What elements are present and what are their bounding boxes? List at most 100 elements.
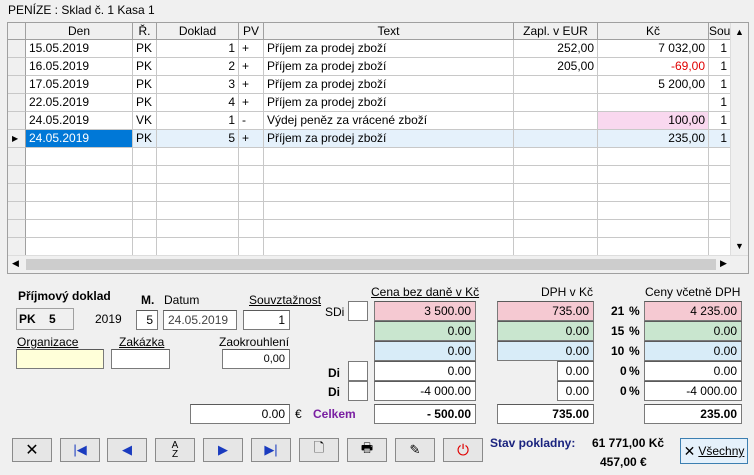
grid-cell-kc[interactable] [598, 220, 709, 238]
grid-cell-den[interactable] [26, 148, 133, 166]
edit-button[interactable]: ✎ [395, 438, 435, 462]
row-indicator[interactable] [8, 238, 26, 256]
grid-cell-doklad[interactable]: 4 [157, 94, 239, 112]
grid-cell-eur[interactable] [514, 94, 598, 112]
grid-cell-r[interactable]: VK [133, 112, 157, 130]
grid-cell-eur[interactable] [514, 148, 598, 166]
vat-field[interactable]: 0.00 [497, 321, 594, 341]
grid-cell-den[interactable] [26, 202, 133, 220]
grid-cell-doklad[interactable]: 1 [157, 112, 239, 130]
grid-cell-den[interactable] [26, 220, 133, 238]
grid-cell-souv[interactable]: 1 [709, 112, 731, 130]
grid-cell-kc[interactable] [598, 148, 709, 166]
grid-vertical-scrollbar[interactable]: ▲ ▼ [730, 23, 748, 255]
vat-field[interactable]: 735.00 [497, 301, 594, 321]
eur-field[interactable]: 0.00 [190, 404, 290, 424]
grid-cell-text[interactable] [264, 184, 514, 202]
row-indicator[interactable]: ▶ [8, 130, 26, 148]
grid-cell-r[interactable]: PK [133, 94, 157, 112]
grid-cell-den[interactable]: 24.05.2019 [26, 112, 133, 130]
grid-cell-doklad[interactable] [157, 148, 239, 166]
grid-cell-doklad[interactable] [157, 166, 239, 184]
gross-field[interactable]: 0.00 [644, 341, 742, 361]
gross-field[interactable]: -4 000.00 [644, 381, 742, 401]
grid-cell-text[interactable]: Výdej peněz za vrácené zboží [264, 112, 514, 130]
grid-cell-r[interactable]: PK [133, 40, 157, 58]
row-indicator[interactable] [8, 202, 26, 220]
grid-cell-kc[interactable] [598, 202, 709, 220]
grid-cell-text[interactable]: Příjem za prodej zboží [264, 76, 514, 94]
grid-cell-r[interactable] [133, 202, 157, 220]
grid-cell-pv[interactable]: + [239, 94, 264, 112]
grid-cell-eur[interactable] [514, 184, 598, 202]
last-record-button[interactable]: ▶| [251, 438, 291, 462]
month-field[interactable]: 5 [136, 310, 158, 330]
grid-cell-text[interactable] [264, 220, 514, 238]
scroll-right-icon[interactable]: ▶ [720, 258, 727, 269]
scroll-down-icon[interactable]: ▼ [735, 241, 744, 251]
base-field[interactable]: 0.00 [374, 341, 476, 361]
grid-cell-doklad[interactable] [157, 238, 239, 256]
grid-cell-doklad[interactable] [157, 202, 239, 220]
base-field[interactable]: 3 500.00 [374, 301, 476, 321]
zaokrouhleni-field[interactable]: 0,00 [222, 349, 290, 369]
grid-cell-kc[interactable] [598, 94, 709, 112]
grid-cell-r[interactable]: PK [133, 130, 157, 148]
grid-cell-den[interactable]: 24.05.2019 [26, 130, 133, 148]
grid-cell-r[interactable] [133, 184, 157, 202]
grid-cell-pv[interactable] [239, 166, 264, 184]
grid-cell-r[interactable] [133, 220, 157, 238]
col-header-pv[interactable]: PV [239, 23, 264, 40]
grid-cell-eur[interactable] [514, 238, 598, 256]
col-header-souv[interactable]: Souv. [709, 23, 731, 40]
row-indicator[interactable] [8, 148, 26, 166]
grid-cell-kc[interactable]: 7 032,00 [598, 40, 709, 58]
gross-field[interactable]: 4 235.00 [644, 301, 742, 321]
next-record-button[interactable]: ▶ [203, 438, 243, 462]
sdi-checkbox[interactable] [348, 301, 368, 321]
grid-cell-souv[interactable] [709, 166, 731, 184]
vat-field[interactable]: 0.00 [497, 341, 594, 361]
grid-cell-r[interactable]: PK [133, 76, 157, 94]
grid-cell-text[interactable]: Příjem za prodej zboží [264, 130, 514, 148]
delete-button[interactable]: ✕ [12, 438, 52, 462]
grid-cell-kc[interactable]: 5 200,00 [598, 76, 709, 94]
di-checkbox-2[interactable] [348, 381, 368, 401]
col-header-rada[interactable]: Ř. [133, 23, 157, 40]
grid-horizontal-scrollbar[interactable]: ◀ ▶ [8, 255, 748, 273]
souvztaznost-field[interactable]: 1 [243, 310, 290, 330]
grid-cell-text[interactable] [264, 166, 514, 184]
grid-cell-souv[interactable]: 1 [709, 94, 731, 112]
new-document-button[interactable]: 🗋 [299, 438, 339, 462]
grid-cell-doklad[interactable] [157, 184, 239, 202]
scroll-up-icon[interactable]: ▲ [735, 27, 744, 37]
grid-cell-text[interactable] [264, 202, 514, 220]
grid-cell-doklad[interactable]: 5 [157, 130, 239, 148]
grid-cell-pv[interactable] [239, 238, 264, 256]
grid-cell-pv[interactable]: + [239, 40, 264, 58]
row-indicator[interactable] [8, 58, 26, 76]
gross-field[interactable]: 0.00 [644, 361, 742, 381]
first-record-button[interactable]: |◀ [60, 438, 100, 462]
grid-cell-den[interactable] [26, 184, 133, 202]
grid-cell-pv[interactable]: - [239, 112, 264, 130]
col-header-text[interactable]: Text [264, 23, 514, 40]
grid-cell-text[interactable]: Příjem za prodej zboží [264, 58, 514, 76]
show-all-button[interactable]: ✕ Všechny [680, 438, 748, 464]
col-header-doklad[interactable]: Doklad [157, 23, 239, 40]
grid-cell-souv[interactable]: 1 [709, 40, 731, 58]
grid-cell-souv[interactable]: 1 [709, 76, 731, 94]
row-indicator[interactable] [8, 112, 26, 130]
grid-cell-souv[interactable] [709, 238, 731, 256]
di-checkbox-1[interactable] [348, 361, 368, 381]
grid-cell-eur[interactable]: 205,00 [514, 58, 598, 76]
organizace-field[interactable] [16, 349, 104, 369]
grid-cell-souv[interactable] [709, 184, 731, 202]
grid-cell-pv[interactable]: + [239, 76, 264, 94]
grid-cell-souv[interactable] [709, 202, 731, 220]
prev-record-button[interactable]: ◀ [107, 438, 147, 462]
grid-cell-eur[interactable]: 252,00 [514, 40, 598, 58]
grid-cell-den[interactable]: 17.05.2019 [26, 76, 133, 94]
grid-cell-den[interactable] [26, 238, 133, 256]
grid-cell-kc[interactable] [598, 238, 709, 256]
